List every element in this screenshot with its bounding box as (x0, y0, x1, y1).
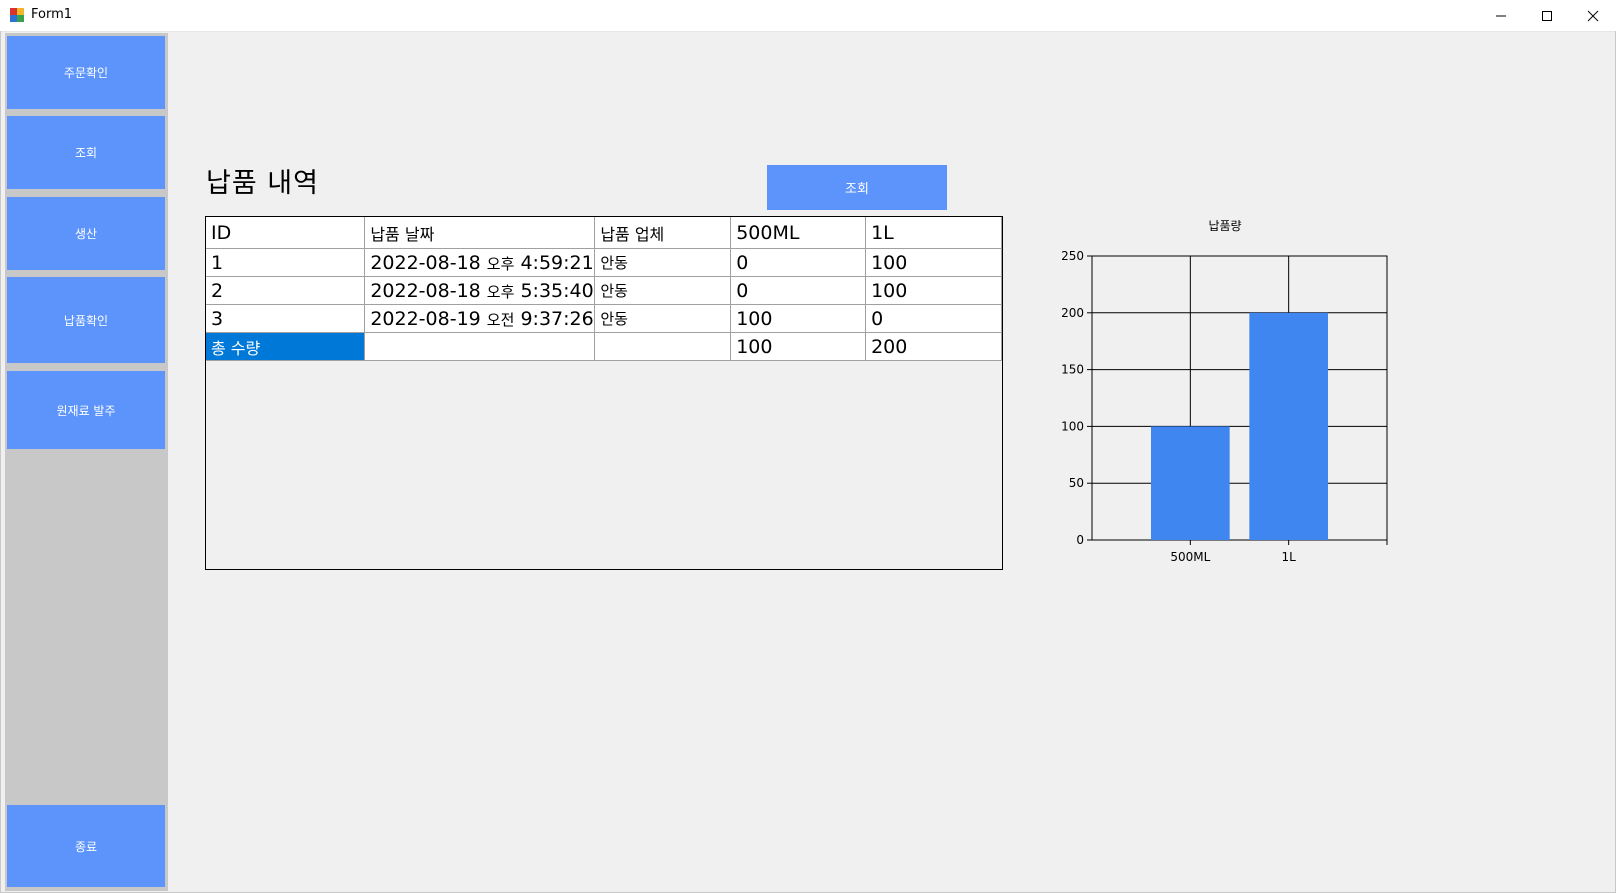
window-title: Form1 (31, 7, 73, 22)
y-tick-label: 100 (1061, 419, 1084, 433)
minimize-icon (1496, 15, 1506, 16)
x-tick-label: 1L (1282, 550, 1297, 564)
sidebar-item-label: 주문확인 (63, 66, 109, 80)
column-header-id[interactable]: ID (206, 217, 366, 249)
cell-date-ampm: 오후 (486, 282, 515, 301)
cell-date[interactable]: 2022-08-18 오후 4:59:21 (364, 248, 596, 277)
sidebar-item-lookup[interactable]: 조회 (7, 116, 165, 189)
cell-date[interactable]: 2022-08-19 오전 9:37:26 (364, 304, 596, 333)
cell-500ml[interactable]: 0 (730, 248, 867, 277)
sidebar-item-production[interactable]: 생산 (7, 197, 165, 270)
sidebar-item-label: 납품확인 (63, 313, 109, 328)
cell-1l[interactable]: 100 (865, 248, 1002, 277)
bar-1l (1249, 312, 1328, 540)
cell-1l[interactable]: 100 (865, 276, 1002, 305)
close-icon (1587, 10, 1599, 21)
table-header-row: ID 납품 날짜 납품 업체 500ML 1L (206, 217, 1002, 249)
plot-area-border (1091, 255, 1388, 541)
cell-500ml[interactable]: 100 (730, 304, 867, 333)
table-row[interactable]: 2 2022-08-18 오후 5:35:40 안동 0 100 (206, 276, 1002, 305)
bar-500ml (1151, 426, 1230, 540)
app-icon (10, 8, 24, 22)
exit-button[interactable]: 종료 (7, 805, 165, 887)
cell-500ml[interactable]: 0 (730, 276, 867, 305)
query-button[interactable]: 조회 (767, 165, 947, 210)
delivery-table: ID 납품 날짜 납품 업체 500ML 1L 1 2022-08-18 오후 … (206, 217, 1002, 361)
cell-date[interactable]: 2022-08-18 오후 5:35:40 (364, 276, 596, 305)
y-tick-label: 50 (1069, 476, 1084, 490)
sidebar-item-label: 원재료 발주 (56, 403, 116, 418)
column-header-500ml[interactable]: 500ML (730, 217, 867, 249)
sidebar-item-material-order[interactable]: 원재료 발주 (7, 371, 165, 449)
cell-date-day: 2022-08-18 (370, 251, 481, 274)
cell-total-label[interactable]: 총 수량 (206, 332, 366, 361)
sidebar-item-label: 조회 (74, 146, 98, 160)
cell-1l[interactable]: 0 (865, 304, 1002, 333)
cell-total-1l[interactable]: 200 (865, 332, 1002, 361)
cell-date-ampm: 오전 (486, 310, 515, 329)
y-tick-label: 200 (1061, 306, 1084, 320)
sidebar: 주문확인 조회 생산 납품확인 원재료 발주 종료 (5, 33, 168, 891)
cell-date-day: 2022-08-19 (370, 307, 481, 330)
title-bar: Form1 (0, 0, 1616, 32)
y-tick-label: 250 (1061, 249, 1084, 263)
cell-date-ampm: 오후 (486, 254, 515, 273)
delivery-bar-chart: 납품량 0 50 100 150 200 250 500ML 1L (1061, 219, 1388, 564)
maximize-button[interactable] (1524, 0, 1570, 31)
sidebar-item-delivery-check[interactable]: 납품확인 (7, 277, 165, 363)
table-row[interactable]: 3 2022-08-19 오전 9:37:26 안동 100 0 (206, 304, 1002, 333)
cell-id[interactable]: 1 (206, 248, 366, 277)
column-header-date[interactable]: 납품 날짜 (364, 217, 596, 249)
table-total-row[interactable]: 총 수량 100 200 (206, 332, 1002, 361)
sidebar-item-order-check[interactable]: 주문확인 (7, 36, 165, 109)
cell-company[interactable]: 안동 (594, 304, 732, 333)
cell-id[interactable]: 2 (206, 276, 366, 305)
delivery-grid[interactable]: ID 납품 날짜 납품 업체 500ML 1L 1 2022-08-18 오후 … (205, 216, 1003, 570)
table-row[interactable]: 1 2022-08-18 오후 4:59:21 안동 0 100 (206, 248, 1002, 277)
cell-date-time: 4:59:21 (520, 251, 594, 274)
cell-total-company[interactable] (594, 332, 732, 361)
cell-id[interactable]: 3 (206, 304, 366, 333)
x-tick-label: 500ML (1170, 550, 1210, 564)
cell-total-date[interactable] (364, 332, 596, 361)
column-header-company[interactable]: 납품 업체 (594, 217, 732, 249)
cell-date-time: 5:35:40 (520, 279, 594, 302)
column-header-1l[interactable]: 1L (865, 217, 1002, 249)
minimize-button[interactable] (1478, 0, 1524, 31)
exit-button-label: 종료 (74, 839, 98, 854)
cell-company[interactable]: 안동 (594, 248, 732, 277)
cell-company[interactable]: 안동 (594, 276, 732, 305)
sidebar-item-label: 생산 (74, 227, 98, 241)
y-tick-label: 0 (1076, 533, 1084, 547)
y-tick-label: 150 (1061, 363, 1084, 377)
maximize-icon (1542, 10, 1552, 21)
cell-date-day: 2022-08-18 (370, 279, 481, 302)
page-title: 납품 내역 (206, 168, 319, 199)
close-button[interactable] (1570, 0, 1616, 31)
cell-total-500ml[interactable]: 100 (730, 332, 867, 361)
chart-title: 납품량 (1208, 219, 1241, 233)
cell-date-time: 9:37:26 (520, 307, 594, 330)
query-button-label: 조회 (845, 182, 869, 197)
